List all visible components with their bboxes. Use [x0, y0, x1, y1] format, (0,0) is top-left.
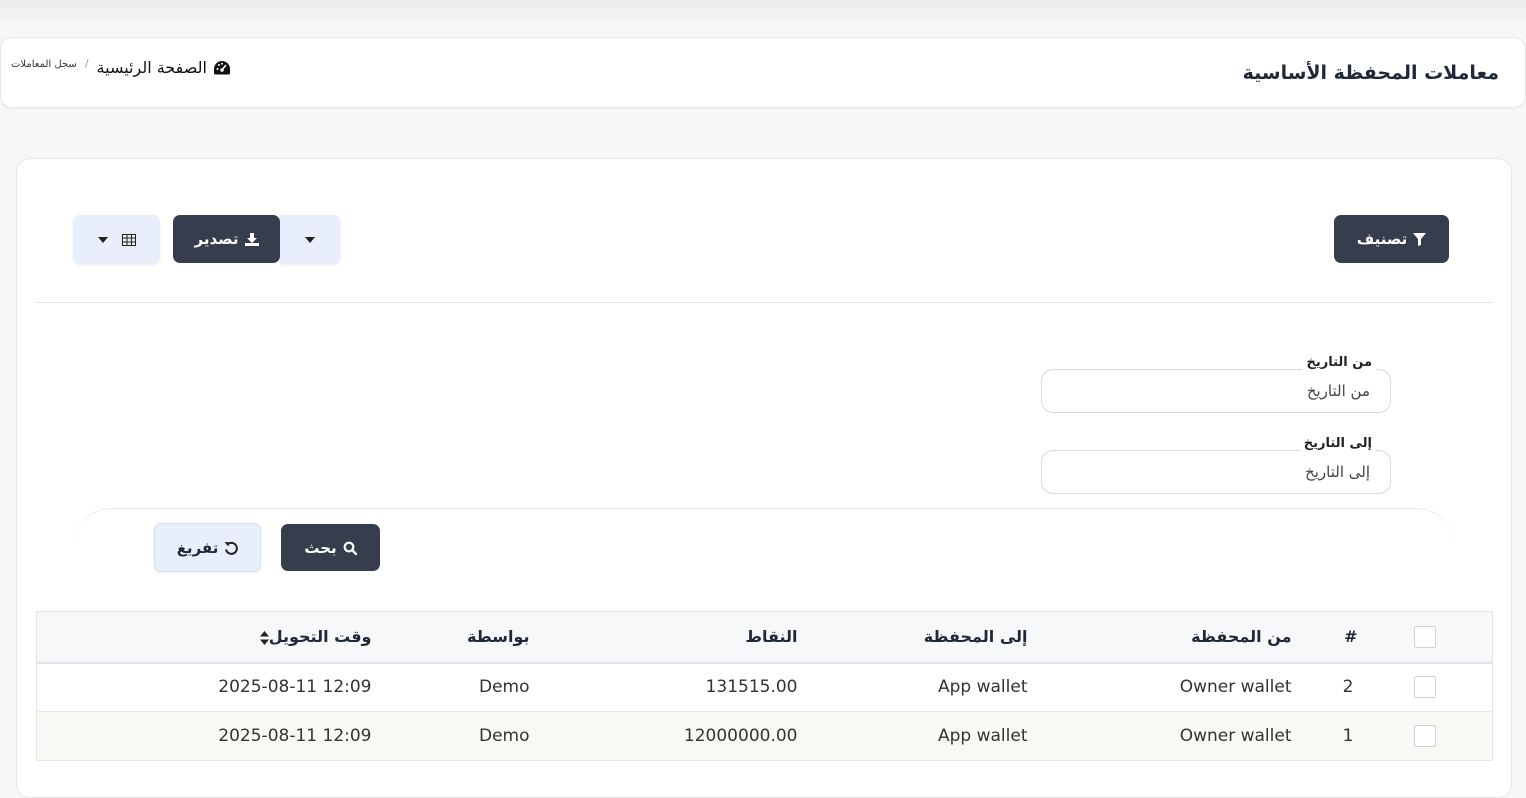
cell-from-wallet: Owner wallet [1179, 677, 1292, 698]
cell-points: 12000000.00 [683, 726, 798, 746]
search-icon [343, 541, 357, 555]
search-actions-area [72, 508, 1456, 588]
table-row: 2025-08-11 12:09 Demo 12000000.00 App wa… [36, 711, 1493, 761]
breadcrumb-separator: / [84, 57, 89, 70]
cell-to-wallet: App wallet [937, 726, 1028, 746]
col-transfer-time-label: وقت التحويل [268, 627, 372, 647]
page-header: معاملات المحفظة الأساسية سجل المعاملات /… [0, 37, 1526, 108]
to-date-input[interactable] [1041, 450, 1391, 494]
row-checkbox[interactable] [1413, 725, 1436, 747]
cell-index: 1 [1342, 726, 1354, 746]
col-select [1358, 612, 1493, 663]
search-label: بحث [304, 538, 337, 557]
transactions-table: وقت التحويل بواسطة النقاط إلى المحفظة من… [36, 611, 1493, 761]
reset-button[interactable]: تفريغ [154, 523, 261, 572]
cell-from-wallet: Owner wallet [1179, 726, 1292, 746]
reset-label: تفريغ [176, 538, 219, 557]
cell-to-wallet: App wallet [937, 677, 1028, 698]
from-date-label: من التاريخ [1302, 355, 1376, 370]
col-index: # [1344, 627, 1358, 647]
table-header-row: وقت التحويل بواسطة النقاط إلى المحفظة من… [36, 611, 1493, 663]
col-points: النقاط [745, 627, 798, 647]
cell-select [1358, 663, 1493, 712]
undo-icon [224, 541, 239, 555]
search-button[interactable]: بحث [281, 524, 380, 571]
col-transfer-time[interactable]: وقت التحويل [37, 612, 372, 663]
col-to-wallet: إلى المحفظة [923, 627, 1028, 647]
breadcrumb-home-label: الصفحة الرئيسية [96, 58, 207, 77]
table-row: 2025-08-11 12:09 Demo 131515.00 App wall… [36, 663, 1493, 712]
dashboard-icon [213, 60, 230, 74]
cell-index: 2 [1342, 677, 1354, 698]
breadcrumb: سجل المعاملات / الصفحة الرئيسية [11, 57, 231, 77]
page-title: معاملات المحفظة الأساسية [1242, 62, 1499, 84]
to-date-label: إلى التاريخ [1299, 436, 1376, 451]
chevron-down-icon [305, 236, 315, 243]
filter-icon [1413, 232, 1427, 246]
toolbar-divider [36, 302, 1494, 303]
columns-toggle-button[interactable] [73, 215, 160, 264]
download-icon [244, 232, 259, 246]
cell-transfer-time: 2025-08-11 12:09 [218, 677, 372, 698]
export-dropdown-button[interactable] [280, 215, 340, 264]
from-date-input[interactable] [1041, 369, 1391, 413]
cell-by: Demo [478, 726, 530, 746]
row-checkbox[interactable] [1413, 676, 1436, 699]
col-by: بواسطة [466, 627, 530, 647]
cell-points: 131515.00 [705, 677, 798, 698]
cell-by: Demo [478, 677, 530, 698]
breadcrumb-home-link[interactable]: الصفحة الرئيسية [97, 58, 231, 77]
export-label: تصدير [194, 230, 239, 248]
filter-label: تصنيف [1356, 230, 1408, 248]
filter-button[interactable]: تصنيف [1334, 215, 1449, 263]
cell-select [1358, 712, 1493, 761]
cell-transfer-time: 2025-08-11 12:09 [218, 726, 372, 746]
sort-icon [259, 630, 269, 645]
breadcrumb-current: سجل المعاملات [11, 59, 77, 70]
chevron-down-icon [97, 236, 108, 243]
col-from-wallet: من المحفظة [1191, 627, 1292, 647]
table-icon [121, 233, 136, 246]
select-all-checkbox[interactable] [1413, 625, 1436, 648]
top-shade [0, 0, 1526, 30]
export-button[interactable]: تصدير [173, 215, 280, 263]
